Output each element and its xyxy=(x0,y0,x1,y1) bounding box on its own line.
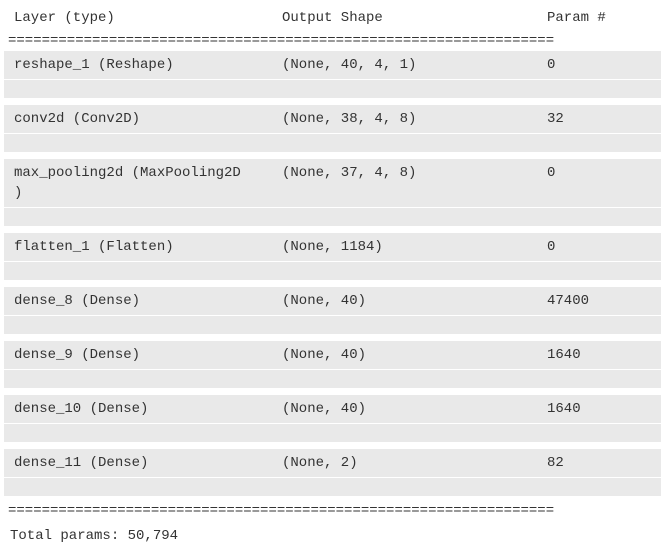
layer-params: 47400 xyxy=(547,293,651,309)
table-row: reshape_1 (Reshape) (None, 40, 4, 1) 0 xyxy=(4,50,661,98)
layer-name: dense_11 (Dense) xyxy=(14,455,282,471)
layer-params: 0 xyxy=(547,57,651,73)
layer-name: dense_10 (Dense) xyxy=(14,401,282,417)
layer-name: reshape_1 (Reshape) xyxy=(14,57,282,73)
header-layer: Layer (type) xyxy=(14,10,282,26)
layer-output-shape: (None, 37, 4, 8) xyxy=(282,165,547,181)
table-row: flatten_1 (Flatten) (None, 1184) 0 xyxy=(4,232,661,280)
layer-params: 1640 xyxy=(547,401,651,417)
divider-top: ========================================… xyxy=(4,32,661,50)
layer-name: dense_9 (Dense) xyxy=(14,347,282,363)
table-row: dense_9 (Dense) (None, 40) 1640 xyxy=(4,340,661,388)
header-shape: Output Shape xyxy=(282,10,547,26)
layer-name: flatten_1 (Flatten) xyxy=(14,239,282,255)
table-row: dense_10 (Dense) (None, 40) 1640 xyxy=(4,394,661,442)
layer-output-shape: (None, 40) xyxy=(282,401,547,417)
header-param: Param # xyxy=(547,10,651,26)
layer-name-overflow: ) xyxy=(4,185,661,207)
layer-output-shape: (None, 1184) xyxy=(282,239,547,255)
layer-params: 0 xyxy=(547,165,651,181)
table-row: dense_11 (Dense) (None, 2) 82 xyxy=(4,448,661,496)
layer-output-shape: (None, 40) xyxy=(282,347,547,363)
layer-name: conv2d (Conv2D) xyxy=(14,111,282,127)
layer-output-shape: (None, 38, 4, 8) xyxy=(282,111,547,127)
layer-params: 1640 xyxy=(547,347,651,363)
layer-name: dense_8 (Dense) xyxy=(14,293,282,309)
layer-output-shape: (None, 2) xyxy=(282,455,547,471)
table-row: dense_8 (Dense) (None, 40) 47400 xyxy=(4,286,661,334)
layer-params: 0 xyxy=(547,239,651,255)
total-params: Total params: 50,794 xyxy=(4,520,661,548)
layer-params: 32 xyxy=(547,111,651,127)
model-summary: Layer (type) Output Shape Param # ======… xyxy=(0,0,665,552)
table-row: conv2d (Conv2D) (None, 38, 4, 8) 32 xyxy=(4,104,661,152)
layer-output-shape: (None, 40, 4, 1) xyxy=(282,57,547,73)
header-row: Layer (type) Output Shape Param # xyxy=(4,8,661,32)
layer-params: 82 xyxy=(547,455,651,471)
layer-name: max_pooling2d (MaxPooling2D xyxy=(14,165,282,181)
table-row: max_pooling2d (MaxPooling2D (None, 37, 4… xyxy=(4,158,661,226)
layer-output-shape: (None, 40) xyxy=(282,293,547,309)
divider-bottom: ========================================… xyxy=(4,502,661,520)
